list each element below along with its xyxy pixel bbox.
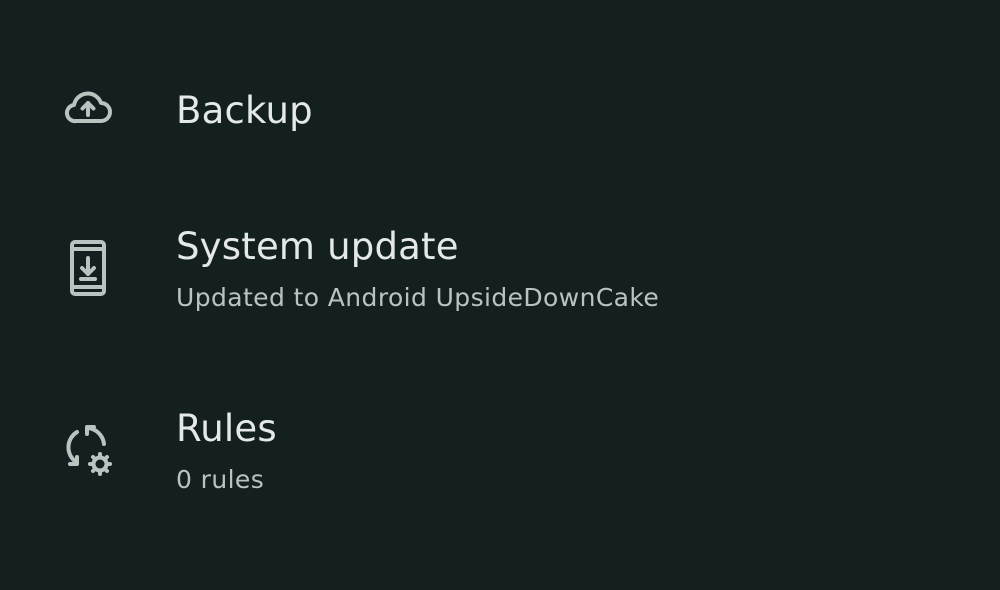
- system-update-icon: [60, 240, 116, 296]
- settings-item-title: Rules: [176, 407, 277, 450]
- settings-item-summary: 0 rules: [176, 465, 265, 494]
- settings-item-rules[interactable]: Rules 0 rules: [0, 382, 1000, 522]
- cloud-upload-icon: [60, 81, 116, 137]
- settings-item-backup[interactable]: Backup: [0, 62, 1000, 162]
- settings-item-title: Backup: [176, 89, 313, 132]
- rules-icon: [60, 422, 116, 478]
- settings-item-title: System update: [176, 225, 459, 268]
- settings-item-system-update[interactable]: System update Updated to Android UpsideD…: [0, 200, 1000, 340]
- settings-item-summary: Updated to Android UpsideDownCake: [176, 283, 660, 312]
- settings-list: Backup System update Updated to Android …: [0, 0, 1000, 590]
